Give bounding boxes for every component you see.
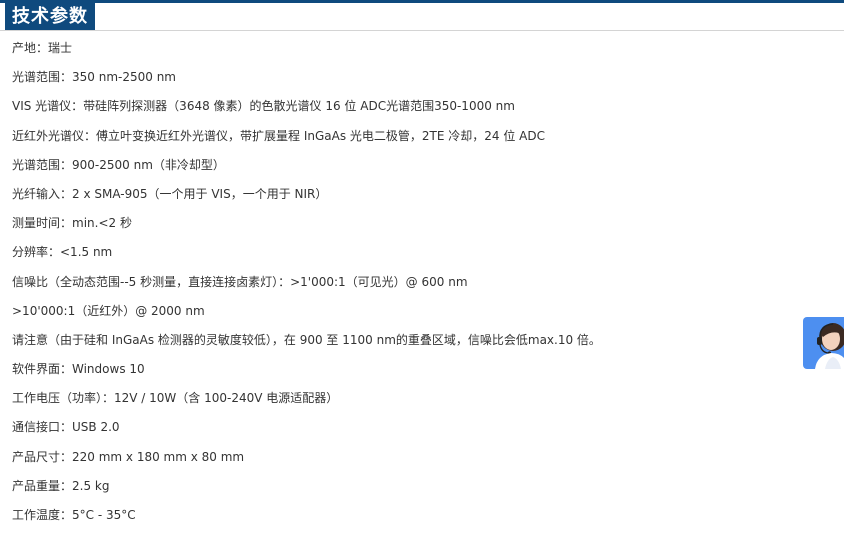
spec-note: 请注意（由于硅和 InGaAs 检测器的灵敏度较低），在 900 至 1100 … xyxy=(12,332,601,347)
customer-service-icon xyxy=(815,323,844,369)
spec-resolution: 分辨率：<1.5 nm xyxy=(12,245,113,260)
section-title-tab: 技术参数 xyxy=(5,3,95,30)
section-header: 技术参数 xyxy=(0,3,844,31)
spec-interface: 通信接口：USB 2.0 xyxy=(12,420,120,435)
spec-vis-spectrometer: VIS 光谱仪：带硅阵列探测器（3648 像素）的色散光谱仪 16 位 ADC光… xyxy=(12,99,515,114)
spec-measure-time: 测量时间：min.<2 秒 xyxy=(12,216,132,231)
spec-weight: 产品重量：2.5 kg xyxy=(12,478,110,493)
spec-fiber-input: 光纤输入：2 x SMA-905（一个用于 VIS，一个用于 NIR） xyxy=(12,186,328,201)
spec-spectral-range: 光谱范围：350 nm-2500 nm xyxy=(12,70,176,85)
page: 技术参数 产地：瑞士 光谱范围：350 nm-2500 nm VIS 光谱仪：带… xyxy=(0,0,844,552)
spec-nir-spectrometer: 近红外光谱仪：傅立叶变换近红外光谱仪，带扩展量程 InGaAs 光电二极管，2T… xyxy=(12,128,545,143)
spec-temperature: 工作温度：5°C - 35°C xyxy=(12,508,136,522)
spec-snr-vis: 信噪比（全动态范围--5 秒测量，直接连接卤素灯）：>1'000:1（可见光）@… xyxy=(12,274,468,289)
customer-service-widget[interactable] xyxy=(803,317,844,369)
spec-voltage: 工作电压（功率）：12V / 10W（含 100-240V 电源适配器） xyxy=(12,391,339,406)
spec-nir-range: 光谱范围：900-2500 nm（非冷却型） xyxy=(12,157,225,172)
spec-list: 产地：瑞士 光谱范围：350 nm-2500 nm VIS 光谱仪：带硅阵列探测… xyxy=(12,34,792,530)
spec-software: 软件界面：Windows 10 xyxy=(12,362,145,377)
spec-origin: 产地：瑞士 xyxy=(12,41,73,55)
spec-snr-nir: >10'000:1（近红外）@ 2000 nm xyxy=(12,303,205,318)
spec-dimensions: 产品尺寸：220 mm x 180 mm x 80 mm xyxy=(12,449,245,464)
